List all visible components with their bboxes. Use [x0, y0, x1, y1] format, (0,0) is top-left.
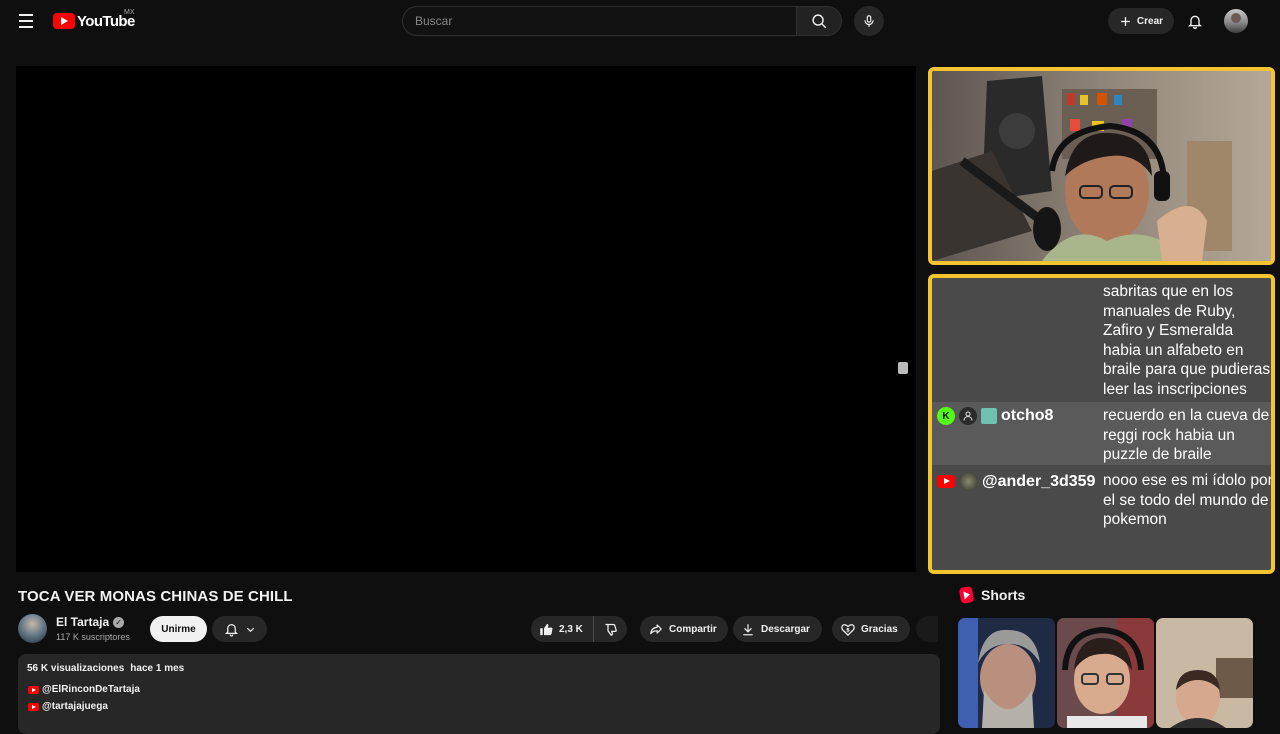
description-meta: 56 K visualizaciones hace 1 mes	[27, 663, 184, 674]
description-link[interactable]: @tartajajuega	[28, 701, 108, 712]
short-thumbnail-image	[1057, 618, 1154, 728]
download-icon	[743, 623, 753, 635]
chat-message-text: nooo ese es mi ídolo por el se todo del …	[1103, 472, 1273, 528]
webcam-overlay	[928, 67, 1275, 265]
youtube-play-icon	[53, 13, 75, 29]
channel-mention: @ElRinconDeTartaja	[42, 684, 140, 695]
short-thumbnail[interactable]	[958, 618, 1055, 728]
thumbs-up-icon	[540, 623, 553, 635]
subscription-bell-button[interactable]	[212, 616, 267, 642]
search-bar	[402, 6, 842, 36]
share-icon	[650, 624, 662, 635]
youtube-icon	[28, 685, 39, 694]
description-link[interactable]: @ElRinconDeTartaja	[28, 684, 140, 695]
kick-badge-icon: K	[937, 407, 955, 425]
channel-mention: @tartajajuega	[42, 701, 108, 712]
channel-name[interactable]: El Tartaja ✓	[56, 615, 125, 629]
voice-search-button[interactable]	[854, 6, 884, 36]
user-badge-icon	[959, 407, 977, 425]
bell-icon	[1188, 15, 1202, 29]
youtube-badge-icon	[937, 475, 955, 488]
short-thumbnail-image	[958, 618, 1055, 728]
chat-message-text: sabritas que en los manuales de Ruby, Za…	[1103, 283, 1271, 398]
like-button[interactable]: 2,3 K	[531, 616, 594, 642]
search-icon	[811, 13, 826, 28]
webcam-image	[932, 71, 1271, 261]
verified-icon: ✓	[113, 616, 125, 628]
chat-author-name: otcho8	[1001, 407, 1054, 424]
heart-dollar-icon: $	[841, 623, 855, 636]
youtube-icon	[28, 702, 39, 711]
share-label: Compartir	[669, 623, 717, 635]
more-actions-button[interactable]	[916, 616, 938, 642]
player-lock-icon	[898, 362, 908, 374]
menu-icon[interactable]	[14, 9, 38, 33]
search-button[interactable]	[796, 6, 842, 36]
thumbs-down-icon	[605, 623, 617, 636]
notifications-button[interactable]	[1184, 10, 1206, 32]
user-avatar[interactable]	[1224, 9, 1248, 33]
subscriber-count: 117 K suscriptores	[56, 632, 130, 642]
thanks-label: Gracias	[861, 623, 898, 635]
chat-message: sabritas que en los manuales de Ruby, Za…	[932, 278, 1271, 402]
channel-name-text: El Tartaja	[56, 615, 110, 629]
video-title: TOCA VER MONAS CHINAS DE CHILL	[18, 588, 293, 605]
top-bar: YouTube MX Crear	[0, 0, 1280, 42]
svg-text:$: $	[846, 627, 850, 633]
shorts-header: Shorts	[958, 585, 1026, 605]
chat-overlay: sabritas que en los manuales de Ruby, Za…	[928, 274, 1275, 574]
chat-author: @ander_3d359	[937, 472, 1095, 491]
chat-message: @ander_3d359 nooo ese es mi ídolo por el…	[932, 466, 1271, 536]
short-thumbnail[interactable]	[1057, 618, 1154, 728]
short-thumbnail[interactable]	[1156, 618, 1253, 728]
upload-date: hace 1 mes	[130, 663, 185, 674]
chat-message-highlighted: K otcho8 recuerdo en la cueva de reggi r…	[932, 402, 1271, 465]
thanks-button[interactable]: $ Gracias	[832, 616, 910, 642]
chat-author-name: @ander_3d359	[982, 472, 1096, 490]
chevron-down-icon	[246, 627, 254, 632]
dislike-button[interactable]	[594, 616, 627, 642]
description-box[interactable]: 56 K visualizaciones hace 1 mes @ElRinco…	[18, 654, 940, 734]
search-input[interactable]	[402, 6, 796, 36]
share-button[interactable]: Compartir	[640, 616, 728, 642]
like-dislike-group: 2,3 K	[531, 616, 627, 642]
shorts-title: Shorts	[981, 587, 1026, 603]
youtube-logo[interactable]: YouTube	[53, 12, 135, 30]
country-code: MX	[124, 9, 135, 16]
plus-icon	[1121, 16, 1130, 26]
view-count: 56 K visualizaciones	[27, 663, 125, 674]
shorts-icon	[958, 585, 975, 605]
short-thumbnail-image	[1156, 618, 1253, 728]
channel-avatar[interactable]	[18, 614, 47, 643]
bell-icon	[224, 624, 238, 637]
create-button[interactable]: Crear	[1108, 8, 1174, 34]
chat-message-text: recuerdo en la cueva de reggi rock habia…	[1103, 407, 1270, 463]
join-button[interactable]: Unirme	[150, 616, 207, 642]
download-button[interactable]: Descargar	[733, 616, 822, 642]
microphone-icon	[864, 15, 874, 27]
create-label: Crear	[1136, 15, 1164, 27]
download-label: Descargar	[761, 623, 810, 635]
user-avatar-icon	[981, 408, 997, 424]
chat-author: K otcho8	[937, 407, 1053, 425]
like-count: 2,3 K	[559, 623, 583, 635]
video-player[interactable]	[16, 66, 916, 572]
user-avatar-icon	[959, 472, 978, 491]
